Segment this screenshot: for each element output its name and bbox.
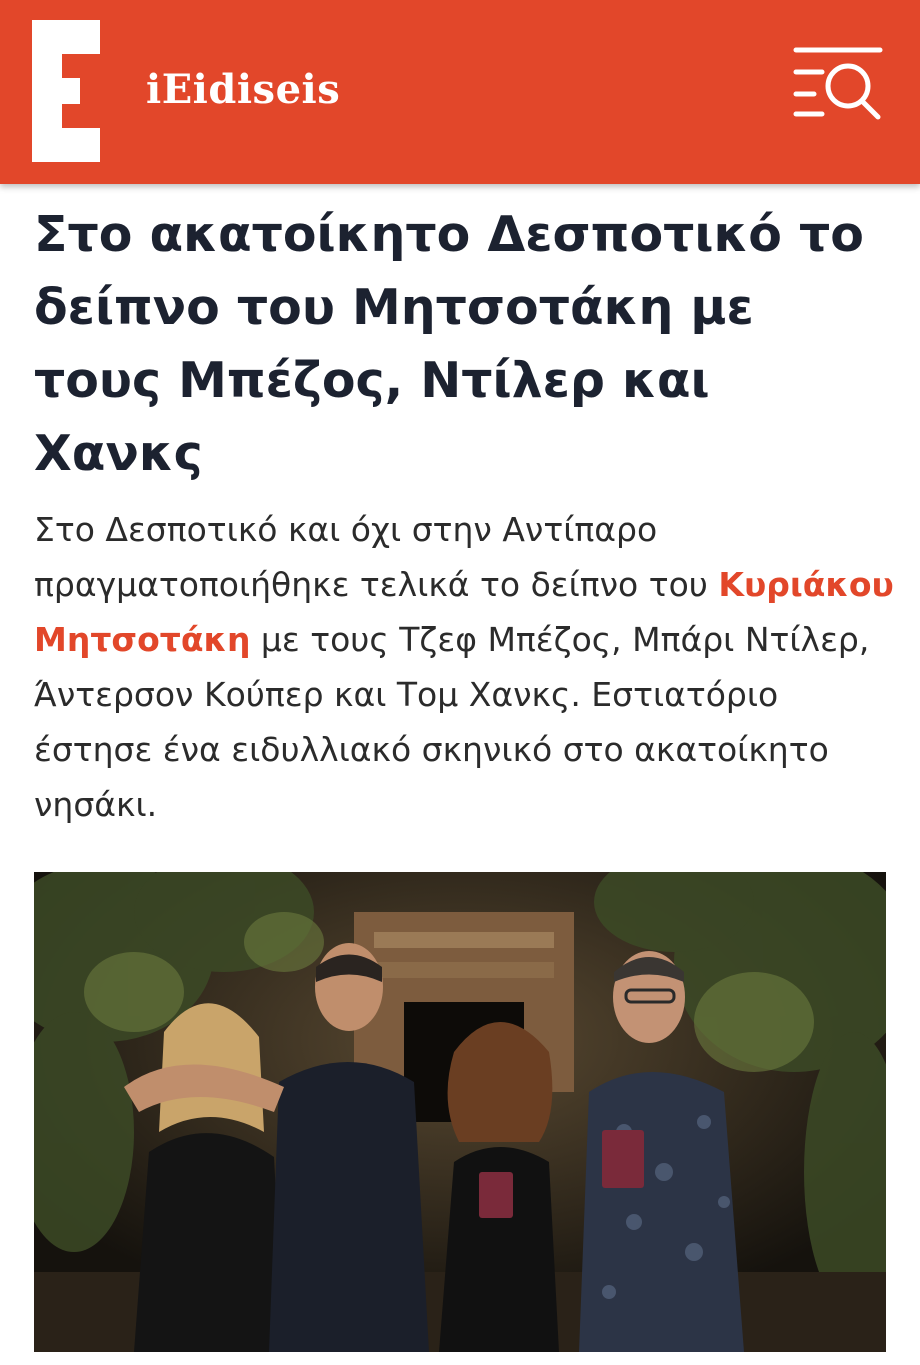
site-header: iEidiseis	[0, 0, 920, 184]
lead-text-start: Στο Δεσποτικό και όχι στην Αντίπαρο πραγ…	[34, 510, 719, 604]
e-logo-icon[interactable]	[32, 20, 100, 162]
photo-illustration	[34, 872, 886, 1352]
article-photo	[34, 872, 886, 1352]
article-lead: Στο Δεσποτικό και όχι στην Αντίπαρο πραγ…	[34, 502, 904, 832]
article-headline: Στο ακατοίκητο Δεσποτικό το δείπνο του Μ…	[34, 206, 864, 482]
menu-search-icon[interactable]	[792, 44, 884, 122]
brand-name[interactable]: iEidiseis	[146, 66, 340, 113]
